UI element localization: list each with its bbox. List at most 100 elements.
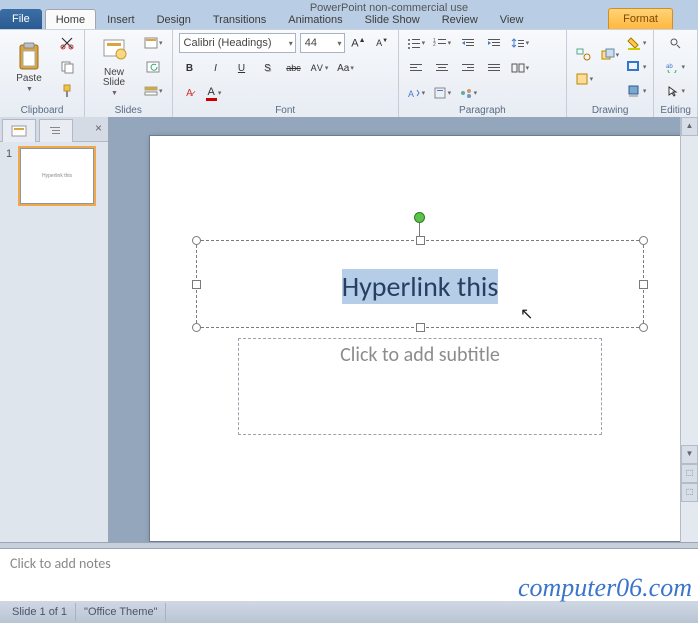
shapes-gallery[interactable] bbox=[573, 44, 595, 66]
decrease-indent-button[interactable] bbox=[457, 32, 479, 54]
text-direction-button[interactable]: A▾ bbox=[405, 82, 427, 104]
resize-handle-ne[interactable] bbox=[639, 236, 648, 245]
shape-outline-button[interactable]: ▾ bbox=[625, 56, 648, 78]
outline-tab-icon bbox=[48, 125, 64, 137]
quick-styles-button[interactable]: ▾ bbox=[573, 68, 595, 90]
copy-icon bbox=[60, 60, 74, 74]
font-color-button[interactable]: A▾ bbox=[205, 82, 223, 104]
notes-pane[interactable]: Click to add notes bbox=[0, 549, 698, 601]
new-slide-button[interactable]: New Slide ▼ bbox=[91, 35, 137, 100]
slides-tab[interactable] bbox=[2, 119, 36, 142]
title-selection-box[interactable]: Hyperlink this bbox=[196, 240, 644, 328]
group-label-paragraph: Paragraph bbox=[405, 104, 560, 118]
smartart-button[interactable]: ▾ bbox=[457, 82, 479, 104]
bold-button[interactable]: B bbox=[179, 57, 201, 79]
char-spacing-button[interactable]: AV▾ bbox=[309, 57, 331, 79]
subtitle-placeholder[interactable]: Click to add subtitle bbox=[238, 338, 602, 435]
slides-tab-icon bbox=[11, 125, 27, 137]
increase-indent-button[interactable] bbox=[483, 32, 505, 54]
resize-handle-se[interactable] bbox=[639, 323, 648, 332]
scroll-down-button[interactable]: ▼ bbox=[681, 445, 698, 464]
select-button[interactable]: ▾ bbox=[660, 80, 691, 102]
align-right-button[interactable] bbox=[457, 57, 479, 79]
find-button[interactable] bbox=[660, 32, 691, 54]
clipboard-icon bbox=[16, 42, 42, 72]
select-icon bbox=[666, 85, 680, 97]
close-panel-button[interactable]: × bbox=[89, 117, 108, 141]
resize-handle-w[interactable] bbox=[192, 280, 201, 289]
shape-fill-button[interactable]: ▾ bbox=[625, 32, 648, 54]
align-text-button[interactable]: ▾ bbox=[431, 82, 453, 104]
quick-styles-icon bbox=[575, 72, 589, 86]
strikethrough-button[interactable]: abc bbox=[283, 57, 305, 79]
tab-design[interactable]: Design bbox=[146, 9, 202, 29]
group-clipboard: Paste ▼ Clipboard bbox=[0, 30, 85, 118]
svg-text:A: A bbox=[408, 89, 414, 99]
shape-effects-button[interactable]: ▾ bbox=[625, 80, 648, 102]
columns-icon bbox=[511, 62, 525, 74]
paste-button[interactable]: Paste ▼ bbox=[6, 39, 52, 96]
columns-button[interactable]: ▾ bbox=[509, 57, 531, 79]
font-size-combo[interactable]: 44 bbox=[300, 33, 345, 53]
resize-handle-nw[interactable] bbox=[192, 236, 201, 245]
file-tab[interactable]: File bbox=[0, 9, 42, 29]
slide-canvas[interactable]: Hyperlink this ↖ Click to add subtitle ▲… bbox=[109, 117, 698, 542]
next-slide-button[interactable]: ⬚ bbox=[681, 483, 698, 502]
title-text[interactable]: Hyperlink this bbox=[197, 241, 643, 312]
numbering-button[interactable]: 12▾ bbox=[431, 32, 453, 54]
reset-button[interactable] bbox=[141, 56, 166, 78]
slide[interactable]: Hyperlink this ↖ Click to add subtitle bbox=[149, 135, 691, 542]
format-painter-button[interactable] bbox=[56, 80, 78, 102]
shape-effects-icon bbox=[626, 84, 642, 98]
slide-thumbnail[interactable]: 1 Hyperlink this bbox=[6, 148, 102, 204]
svg-text:ab: ab bbox=[666, 64, 673, 70]
chevron-down-icon: ▼ bbox=[111, 90, 118, 97]
layout-button[interactable]: ▾ bbox=[141, 32, 166, 54]
italic-button[interactable]: I bbox=[205, 57, 227, 79]
justify-button[interactable] bbox=[483, 57, 505, 79]
copy-button[interactable] bbox=[56, 56, 78, 78]
group-drawing: ▾ ▾ ▾ ▾ ▾ Drawing bbox=[567, 30, 655, 118]
font-name-combo[interactable]: Calibri (Headings) bbox=[179, 33, 296, 53]
reset-icon bbox=[146, 61, 160, 73]
notes-placeholder: Click to add notes bbox=[10, 555, 111, 572]
underline-button[interactable]: U bbox=[231, 57, 253, 79]
prev-slide-button[interactable]: ⬚ bbox=[681, 464, 698, 483]
thumbnail-preview: Hyperlink this bbox=[20, 148, 94, 204]
clear-formatting-button[interactable]: A̷ bbox=[179, 82, 201, 104]
resize-handle-e[interactable] bbox=[639, 280, 648, 289]
grow-font-button[interactable]: A▲ bbox=[349, 32, 369, 54]
underline-icon: U bbox=[238, 63, 245, 74]
outline-tab[interactable] bbox=[39, 119, 73, 142]
shrink-font-button[interactable]: A▼ bbox=[372, 32, 392, 54]
shadow-button[interactable]: S bbox=[257, 57, 279, 79]
char-spacing-icon: AV bbox=[311, 63, 324, 73]
group-font: Calibri (Headings) 44 A▲ A▼ B I U S abc … bbox=[173, 30, 399, 118]
rotation-handle[interactable] bbox=[414, 212, 425, 223]
notes-splitter[interactable] bbox=[0, 542, 698, 549]
tab-insert[interactable]: Insert bbox=[96, 9, 146, 29]
resize-handle-sw[interactable] bbox=[192, 323, 201, 332]
scroll-up-button[interactable]: ▲ bbox=[681, 117, 698, 136]
title-text-value: Hyperlink this bbox=[342, 269, 499, 304]
vertical-scrollbar[interactable]: ▲ ▼ ⬚ ⬚ bbox=[680, 117, 698, 542]
change-case-button[interactable]: Aa▾ bbox=[335, 57, 357, 79]
arrange-button[interactable]: ▾ bbox=[599, 44, 621, 66]
numbering-icon: 12 bbox=[433, 37, 447, 49]
paste-label: Paste bbox=[16, 74, 42, 84]
group-editing: ab▾ ▾ Editing bbox=[654, 30, 698, 118]
tab-home[interactable]: Home bbox=[45, 9, 96, 29]
cursor-icon: ↖ bbox=[520, 304, 533, 324]
cut-button[interactable] bbox=[56, 32, 78, 54]
status-theme[interactable]: "Office Theme" bbox=[76, 603, 166, 621]
section-button[interactable]: ▾ bbox=[141, 80, 166, 102]
bullets-button[interactable]: ▾ bbox=[405, 32, 427, 54]
replace-button[interactable]: ab▾ bbox=[660, 56, 691, 78]
tab-format-contextual[interactable]: Format bbox=[608, 8, 673, 29]
align-center-button[interactable] bbox=[431, 57, 453, 79]
resize-handle-n[interactable] bbox=[416, 236, 425, 245]
align-left-button[interactable] bbox=[405, 57, 427, 79]
line-spacing-button[interactable]: ▾ bbox=[509, 32, 531, 54]
resize-handle-s[interactable] bbox=[416, 323, 425, 332]
clear-format-icon: A̷ bbox=[186, 88, 193, 99]
